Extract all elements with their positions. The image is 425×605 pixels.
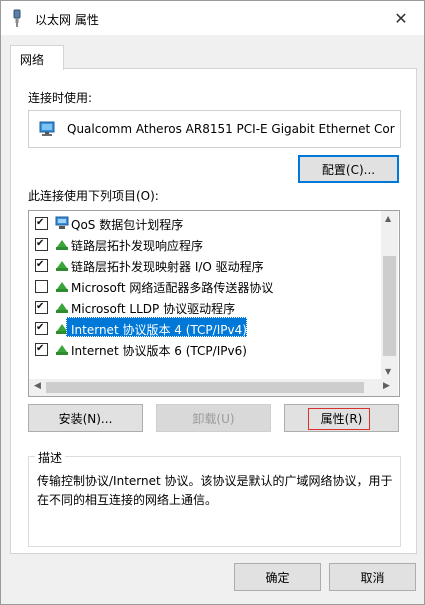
checkbox[interactable] [35, 322, 48, 335]
components-list[interactable]: QoS 数据包计划程序 链路层拓扑发现响应程序 链路层拓扑发现映射器 I/O 驱… [28, 210, 400, 397]
connect-using-label: 连接时使用: [28, 91, 93, 105]
properties-button[interactable]: 属性(R) [284, 404, 399, 432]
tab-network[interactable]: 网络 [10, 45, 64, 70]
window-title: 以太网 属性 [35, 13, 99, 27]
checkbox[interactable] [35, 343, 48, 356]
network-service-icon [55, 216, 69, 229]
horizontal-scrollbar[interactable]: ◀ ▶ [29, 379, 398, 396]
install-button[interactable]: 安装(N)... [28, 404, 143, 432]
list-item-selected[interactable]: Internet 协议版本 4 (TCP/IPv4) [29, 317, 381, 339]
network-adapter-icon [39, 121, 55, 136]
item-label: Internet 协议版本 6 (TCP/IPv6) [71, 344, 247, 358]
checkbox[interactable] [35, 238, 48, 251]
checkbox[interactable] [35, 217, 48, 230]
uninstall-button[interactable]: 卸载(U) [156, 404, 271, 432]
item-label: 链路层拓扑发现响应程序 [71, 239, 204, 253]
focus-outline [308, 408, 370, 430]
protocol-icon [56, 282, 68, 292]
description-group: 描述 传输控制协议/Internet 协议。该协议是默认的广域网络协议，用于在不… [28, 449, 401, 547]
scroll-thumb[interactable] [46, 382, 364, 393]
tab-panel: 连接时使用: Qualcomm Atheros AR8151 PCI-E Gig… [10, 68, 417, 554]
properties-dialog: 以太网 属性 ✕ 网络 连接时使用: Qualcomm Atheros AR81… [0, 0, 425, 605]
adapter-name: Qualcomm Atheros AR8151 PCI-E Gigabit Et… [67, 122, 395, 136]
tab-label: 网络 [20, 53, 45, 67]
install-label: 安装(N)... [58, 411, 113, 426]
scroll-left-icon[interactable]: ◀ [34, 381, 41, 391]
list-item[interactable]: Microsoft 网络适配器多路传送器协议 [29, 276, 381, 297]
cancel-button[interactable]: 取消 [329, 563, 416, 591]
scroll-down-icon[interactable]: ▼ [385, 367, 391, 376]
item-label: 链路层拓扑发现映射器 I/O 驱动程序 [71, 260, 264, 274]
checkbox[interactable] [35, 301, 48, 314]
list-item[interactable]: 链路层拓扑发现映射器 I/O 驱动程序 [29, 255, 381, 276]
list-item[interactable]: Microsoft LLDP 协议驱动程序 [29, 297, 381, 318]
adapter-field: Qualcomm Atheros AR8151 PCI-E Gigabit Et… [28, 110, 401, 148]
uninstall-label: 卸载(U) [192, 411, 235, 426]
list-item[interactable]: QoS 数据包计划程序 [29, 213, 381, 234]
protocol-icon [56, 345, 68, 355]
cancel-label: 取消 [360, 570, 385, 585]
description-legend: 描述 [35, 449, 66, 466]
protocol-icon [56, 261, 68, 271]
item-label: Internet 协议版本 4 (TCP/IPv4) [71, 323, 247, 337]
description-text: 传输控制协议/Internet 协议。该协议是默认的广域网络协议，用于在不同的相… [37, 474, 393, 507]
ethernet-icon [13, 9, 21, 27]
configure-label: 配置(C)... [321, 162, 376, 177]
configure-button[interactable]: 配置(C)... [298, 155, 399, 183]
checkbox[interactable] [35, 259, 48, 272]
vertical-scrollbar[interactable]: ▲ ▼ [381, 211, 398, 379]
scroll-thumb[interactable] [383, 256, 396, 356]
scroll-up-icon[interactable]: ▲ [385, 214, 391, 223]
ok-label: 确定 [265, 570, 290, 585]
checkbox[interactable] [35, 280, 48, 293]
protocol-icon [56, 303, 68, 313]
list-item[interactable]: 链路层拓扑发现响应程序 [29, 234, 381, 255]
title-bar: 以太网 属性 ✕ [1, 1, 424, 35]
protocol-icon [56, 240, 68, 250]
ok-button[interactable]: 确定 [234, 563, 321, 591]
items-label: 此连接使用下列项目(O): [28, 189, 159, 203]
item-label: Microsoft 网络适配器多路传送器协议 [71, 281, 274, 295]
scroll-right-icon[interactable]: ▶ [383, 381, 390, 391]
item-label: Microsoft LLDP 协议驱动程序 [71, 302, 236, 316]
close-icon: ✕ [394, 8, 408, 28]
close-button[interactable]: ✕ [378, 1, 424, 35]
item-label: QoS 数据包计划程序 [71, 218, 184, 232]
list-item[interactable]: Internet 协议版本 6 (TCP/IPv6) [29, 339, 381, 360]
